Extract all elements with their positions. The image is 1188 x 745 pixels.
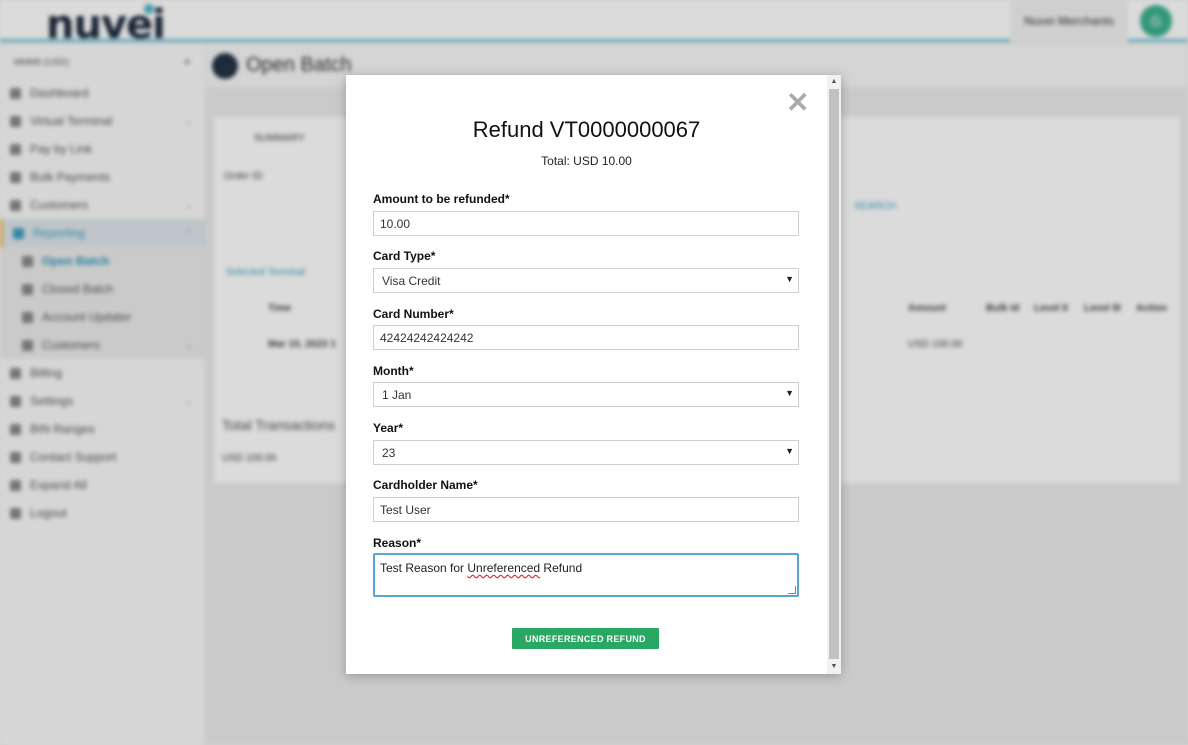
card-type-label: Card Type* bbox=[373, 249, 436, 263]
dropdown-arrow-icon: ▼ bbox=[785, 446, 794, 456]
amount-value: 10.00 bbox=[380, 216, 411, 231]
cardholder-label: Cardholder Name* bbox=[373, 478, 478, 492]
card-number-input[interactable]: 42424242424242 bbox=[373, 325, 799, 350]
year-value: 23 bbox=[382, 445, 396, 460]
month-select[interactable]: 1 Jan ▼ bbox=[373, 382, 799, 407]
amount-input[interactable]: 10.00 bbox=[373, 211, 799, 236]
cardholder-value: Test User bbox=[380, 502, 431, 517]
unreferenced-refund-button[interactable]: UNREFERENCED REFUND bbox=[512, 628, 659, 649]
dropdown-arrow-icon: ▼ bbox=[785, 388, 794, 398]
scroll-thumb[interactable] bbox=[829, 89, 839, 659]
close-icon[interactable]: ✕ bbox=[786, 89, 809, 117]
modal-total: Total: USD 10.00 bbox=[541, 154, 632, 168]
resize-handle-icon[interactable] bbox=[788, 586, 796, 594]
card-number-label: Card Number* bbox=[373, 307, 454, 321]
reason-textarea[interactable]: Test Reason for Unreferenced Refund bbox=[373, 553, 799, 597]
card-type-value: Visa Credit bbox=[382, 273, 441, 288]
reason-text-misspelled: Unreferenced bbox=[467, 561, 541, 575]
year-label: Year* bbox=[373, 421, 404, 435]
modal-scrollbar[interactable]: ▲ ▼ bbox=[827, 75, 841, 674]
card-number-value: 42424242424242 bbox=[380, 330, 474, 345]
refund-modal: ✕ Refund VT0000000067 Total: USD 10.00 A… bbox=[346, 75, 841, 674]
reason-text-prefix: Test Reason for bbox=[380, 561, 468, 575]
reason-text-suffix: Refund bbox=[540, 561, 583, 575]
card-type-select[interactable]: Visa Credit ▼ bbox=[373, 268, 799, 293]
cardholder-input[interactable]: Test User bbox=[373, 497, 799, 522]
amount-label: Amount to be refunded* bbox=[373, 192, 510, 206]
month-value: 1 Jan bbox=[382, 387, 412, 402]
dropdown-arrow-icon: ▼ bbox=[785, 274, 794, 284]
scroll-down-icon[interactable]: ▼ bbox=[827, 661, 841, 673]
scroll-up-icon[interactable]: ▲ bbox=[827, 76, 841, 88]
reason-label: Reason* bbox=[373, 536, 422, 550]
year-select[interactable]: 23 ▼ bbox=[373, 440, 799, 465]
modal-title: Refund VT0000000067 bbox=[472, 117, 701, 142]
month-label: Month* bbox=[373, 364, 414, 378]
